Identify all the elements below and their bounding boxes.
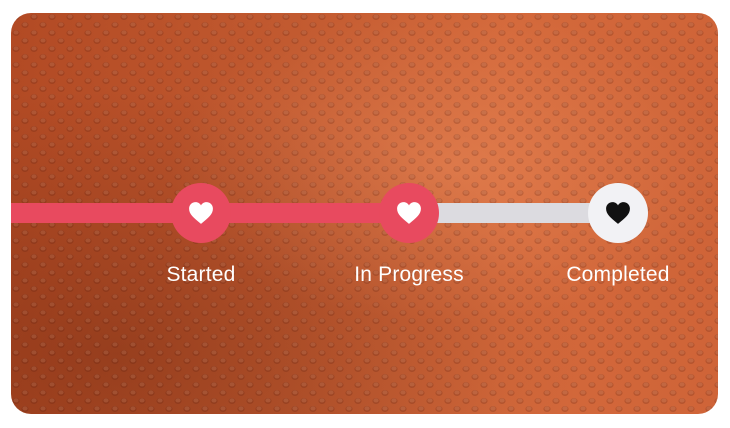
- step-completed-node[interactable]: [588, 183, 648, 243]
- heart-icon: [189, 202, 213, 224]
- step-started-node[interactable]: [171, 183, 231, 243]
- step-in-progress-node[interactable]: [379, 183, 439, 243]
- heart-icon: [397, 202, 421, 224]
- step-in-progress-label: In Progress: [354, 263, 464, 286]
- stepper-card: Started In Progress Completed: [11, 13, 718, 414]
- step-started-label: Started: [166, 263, 236, 286]
- heart-icon: [606, 202, 630, 224]
- step-completed-label: Completed: [566, 263, 670, 286]
